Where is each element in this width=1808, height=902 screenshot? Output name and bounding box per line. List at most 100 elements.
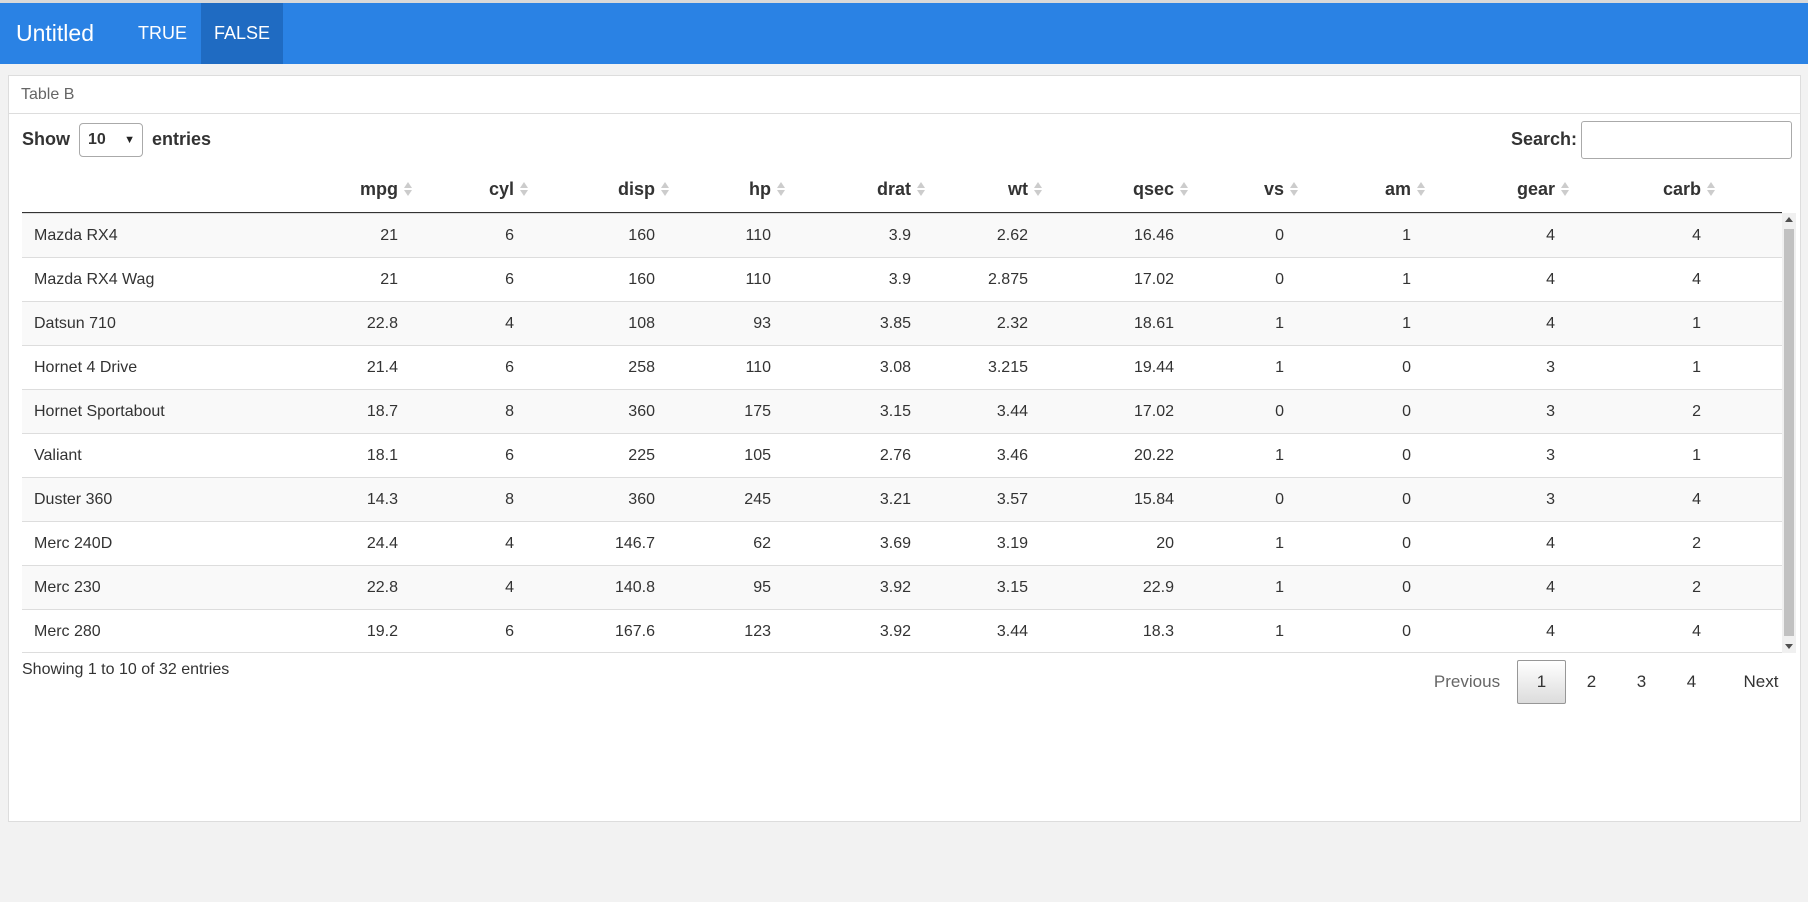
cell-am: 0 — [1402, 491, 1411, 508]
cell-disp: 360 — [628, 403, 655, 420]
column-header-label: gear — [1516, 179, 1555, 199]
column-header-label: carb — [1662, 179, 1701, 199]
cell-gear: 4 — [1546, 271, 1555, 288]
tab-false[interactable]: FALSE — [201, 3, 283, 64]
sort-icon — [1180, 182, 1188, 198]
table-body: Mazda RX4 21 6 160 110 3.9 2.62 16.46 0 1 4 4 Mazda … — [22, 213, 1782, 653]
cell-gear: 4 — [1546, 623, 1555, 640]
cell-hp: 105 — [744, 447, 771, 464]
column-header-gear[interactable]: gear — [1427, 166, 1571, 212]
cell-qsec: 19.44 — [1133, 359, 1174, 376]
cell-disp: 167.6 — [614, 623, 655, 640]
cell-car-name: Datsun 710 — [34, 315, 116, 332]
table-row[interactable]: Merc 230 22.8 4 140.8 95 3.92 3.15 22.9 1 0 4 2 — [22, 565, 1782, 609]
table-row[interactable]: Duster 360 14.3 8 360 245 3.21 3.57 15.84 0 0 3 4 — [22, 477, 1782, 521]
table-row[interactable]: Datsun 710 22.8 4 108 93 3.85 2.32 18.61 1 1 4 1 — [22, 301, 1782, 345]
cell-drat: 3.08 — [879, 359, 911, 376]
card-title: Table B — [9, 76, 1800, 114]
cell-disp: 146.7 — [614, 535, 655, 552]
cell-vs: 0 — [1275, 491, 1284, 508]
cell-drat: 3.15 — [879, 403, 911, 420]
cell-disp: 160 — [628, 227, 655, 244]
cell-car-name: Valiant — [34, 447, 82, 464]
column-header-wt[interactable]: wt — [927, 166, 1044, 212]
entries-select[interactable]: 10 ▼ — [79, 123, 144, 158]
pagination-previous[interactable]: Previous — [1425, 660, 1509, 704]
column-header-carb[interactable]: carb — [1571, 166, 1717, 212]
cell-cyl: 6 — [505, 359, 514, 376]
column-header-am[interactable]: am — [1300, 166, 1427, 212]
sort-icon — [404, 182, 412, 198]
chevron-down-icon: ▼ — [124, 134, 136, 147]
cell-wt: 3.57 — [996, 491, 1028, 508]
cell-car-name: Hornet 4 Drive — [34, 359, 138, 376]
table-row[interactable]: Hornet Sportabout 18.7 8 360 175 3.15 3.44 17.0… — [22, 389, 1782, 433]
table-row[interactable]: Mazda RX4 21 6 160 110 3.9 2.62 16.46 0 1 4 4 — [22, 213, 1782, 257]
cell-disp: 225 — [628, 447, 655, 464]
cell-mpg: 22.8 — [366, 579, 398, 596]
cell-qsec: 20.22 — [1133, 447, 1174, 464]
cell-hp: 175 — [744, 403, 771, 420]
table-row[interactable]: Mazda RX4 Wag 21 6 160 110 3.9 2.875 17.02 0 1 4 4 — [22, 257, 1782, 301]
table-card: Table B Show 10 ▼ entries Search: mpg cy… — [8, 75, 1801, 822]
pagination-page-2[interactable]: 2 — [1574, 660, 1609, 704]
cell-carb: 2 — [1692, 535, 1701, 552]
cell-carb: 4 — [1692, 227, 1701, 244]
table-row[interactable]: Hornet 4 Drive 21.4 6 258 110 3.08 3.215 19.44 1… — [22, 345, 1782, 389]
sort-icon — [520, 182, 528, 198]
cell-wt: 2.62 — [996, 227, 1028, 244]
cell-vs: 1 — [1275, 579, 1284, 596]
navbar: Untitled TRUE FALSE — [0, 0, 1808, 64]
pagination-page-1[interactable]: 1 — [1517, 660, 1566, 704]
cell-car-name: Duster 360 — [34, 491, 113, 508]
cell-car-name: Mazda RX4 Wag — [34, 271, 155, 288]
pagination-next[interactable]: Next — [1730, 660, 1792, 704]
cell-carb: 2 — [1692, 403, 1701, 420]
cell-gear: 3 — [1546, 403, 1555, 420]
cell-cyl: 8 — [505, 491, 514, 508]
scroll-down-icon[interactable] — [1785, 644, 1793, 649]
search-input[interactable] — [1581, 121, 1792, 160]
cell-am: 0 — [1402, 359, 1411, 376]
column-header-disp[interactable]: disp — [530, 166, 671, 212]
cell-hp: 110 — [745, 359, 771, 376]
column-header-drat[interactable]: drat — [787, 166, 927, 212]
cell-am: 0 — [1402, 623, 1411, 640]
cell-am: 1 — [1402, 315, 1411, 332]
cell-hp: 123 — [744, 623, 771, 640]
pagination-page-4[interactable]: 4 — [1674, 660, 1709, 704]
pagination-page-3[interactable]: 3 — [1624, 660, 1659, 704]
scroll-thumb[interactable] — [1784, 229, 1794, 636]
cell-qsec: 17.02 — [1133, 271, 1174, 288]
cell-carb: 2 — [1692, 579, 1701, 596]
cell-qsec: 20 — [1156, 535, 1174, 552]
cell-cyl: 4 — [505, 579, 514, 596]
cell-cyl: 4 — [505, 535, 514, 552]
table-row[interactable]: Merc 240D 24.4 4 146.7 62 3.69 3.19 20 1 0 4 2 — [22, 521, 1782, 565]
column-header-vs[interactable]: vs — [1190, 166, 1300, 212]
cell-carb: 1 — [1692, 359, 1701, 376]
tab-true[interactable]: TRUE — [124, 3, 201, 64]
app-title: Untitled — [16, 20, 94, 46]
table-header: mpg cyl disp hp drat wt qsec vs am gear … — [22, 166, 1782, 213]
column-header-hp[interactable]: hp — [671, 166, 787, 212]
column-header-name[interactable] — [22, 166, 302, 212]
cell-drat: 3.85 — [879, 315, 911, 332]
cell-mpg: 21.4 — [366, 359, 398, 376]
column-header-label: am — [1384, 179, 1411, 199]
cell-hp: 245 — [744, 491, 771, 508]
cell-mpg: 14.3 — [366, 491, 398, 508]
cell-gear: 4 — [1546, 535, 1555, 552]
table-row[interactable]: Valiant 18.1 6 225 105 2.76 3.46 20.22 1 0 3 1 — [22, 433, 1782, 477]
column-header-mpg[interactable]: mpg — [302, 166, 414, 212]
table-scrollbar[interactable] — [1782, 213, 1796, 653]
column-header-cyl[interactable]: cyl — [414, 166, 530, 212]
scroll-up-icon[interactable] — [1785, 217, 1793, 222]
entries-length-control: Show 10 ▼ entries — [22, 120, 211, 158]
column-header-qsec[interactable]: qsec — [1044, 166, 1190, 212]
cell-cyl: 6 — [505, 447, 514, 464]
cell-vs: 1 — [1275, 623, 1284, 640]
table-row[interactable]: Merc 280 19.2 6 167.6 123 3.92 3.44 18.3 1 0 4 4 — [22, 609, 1782, 652]
sort-icon — [917, 182, 925, 198]
cell-disp: 140.8 — [614, 579, 655, 596]
